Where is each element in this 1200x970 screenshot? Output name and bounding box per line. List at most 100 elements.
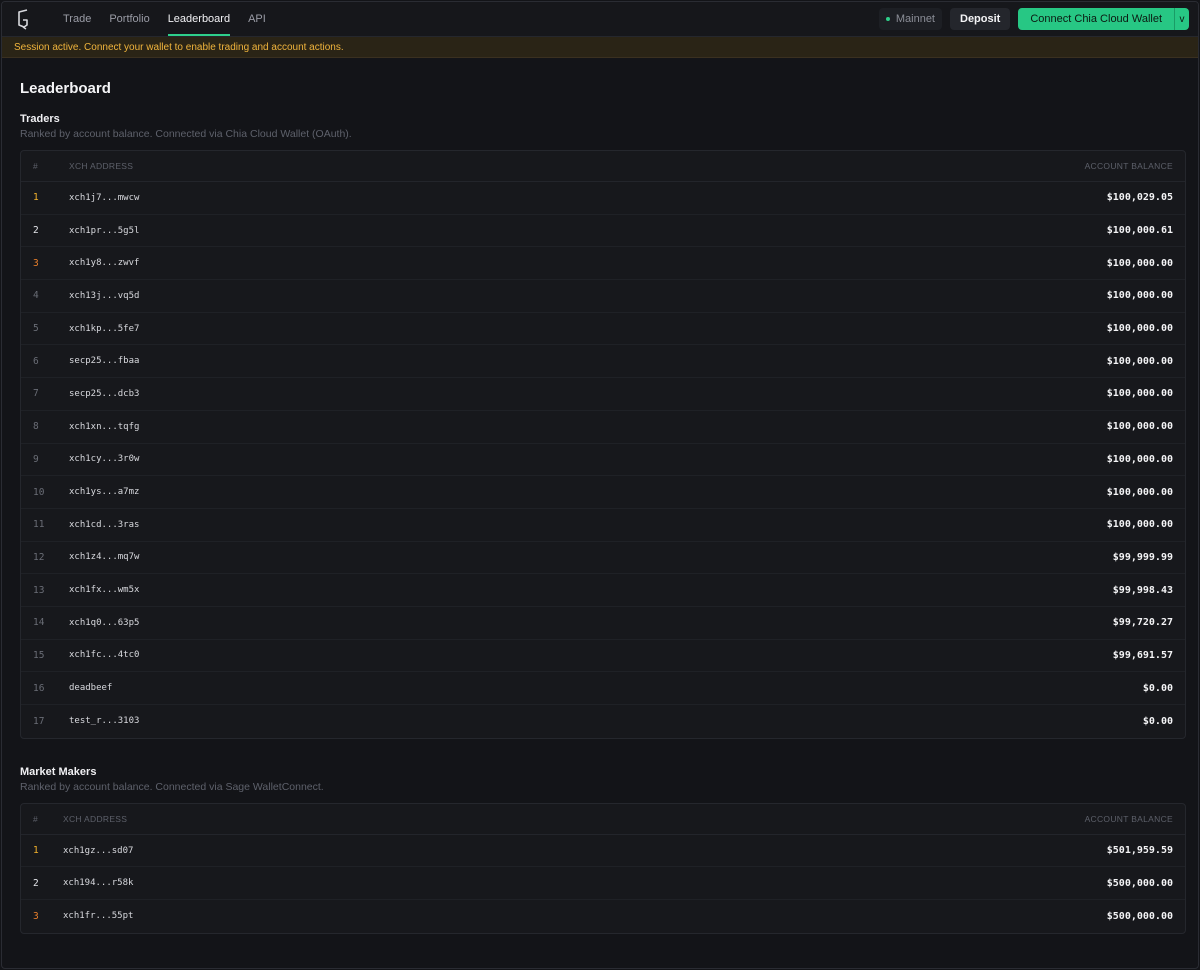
address-cell[interactable]: test_r...3103 [69,716,965,726]
nav-trade[interactable]: Trade [54,2,100,36]
address-cell[interactable]: xch1kp...5fe7 [69,324,965,334]
main-content: Leaderboard Traders Ranked by account ba… [2,80,1198,934]
balance-cell: $100,000.00 [1106,421,1173,433]
address-cell[interactable]: xch13j...vq5d [69,291,965,301]
deposit-button[interactable]: Deposit [950,8,1011,30]
app-window: Trade Portfolio Leaderboard API Mainnet … [1,1,1199,969]
header-rank: # [33,813,39,824]
table-row: 7 secp25...dcb3 $100,000.00 [21,378,1185,411]
rank-cell: 2 [33,877,39,889]
rank-cell: 14 [33,617,45,629]
address-cell[interactable]: xch1cd...3ras [69,520,965,530]
logo-icon[interactable] [16,8,34,30]
balance-cell: $100,000.00 [1106,355,1173,367]
rank-cell: 3 [33,257,39,269]
rank-cell: 11 [33,519,45,531]
balance-cell: $99,999.99 [1112,551,1173,563]
address-cell[interactable]: xch1y8...zwvf [69,258,965,268]
table-row: 5 xch1kp...5fe7 $100,000.00 [21,313,1185,346]
page-title: Leaderboard [20,80,111,97]
balance-cell: $100,000.00 [1106,486,1173,498]
balance-cell: $500,000.00 [1106,877,1173,889]
rank-cell: 7 [33,388,39,400]
rank-cell: 16 [33,682,45,694]
table-row: 3 xch1y8...zwvf $100,000.00 [21,247,1185,281]
address-cell[interactable]: xch1z4...mq7w [69,552,965,562]
address-cell[interactable]: xch194...r58k [63,878,965,888]
address-cell[interactable]: xch1cy...3r0w [69,454,965,464]
address-cell[interactable]: xch1ys...a7mz [69,487,965,497]
rank-cell: 10 [33,486,45,498]
traders-section-subtitle: Ranked by account balance. Connected via… [20,128,352,140]
balance-cell: $500,000.00 [1106,910,1173,922]
rank-cell: 5 [33,323,39,335]
table-row: 17 test_r...3103 $0.00 [21,705,1185,738]
balance-cell: $100,000.00 [1106,257,1173,269]
header-rank: # [33,161,39,171]
traders-rows: 1 xch1j7...mwcw $100,029.05 2 xch1pr...5g5l $… [21,182,1185,738]
rank-cell: 9 [33,453,39,465]
address-cell[interactable]: xch1pr...5g5l [69,226,965,236]
header-actions: Mainnet Deposit Connect Chia Cloud Walle… [878,8,1189,30]
nav-portfolio[interactable]: Portfolio [100,2,158,36]
balance-cell: $99,691.57 [1112,649,1173,661]
rank-cell: 6 [33,355,39,367]
address-cell[interactable]: xch1gz...sd07 [63,846,965,856]
table-row: 13 xch1fx...wm5x $99,998.43 [21,574,1185,607]
table-row: 16 deadbeef $0.00 [21,672,1185,705]
balance-cell: $100,000.00 [1106,453,1173,465]
address-cell[interactable]: xch1fc...4tc0 [69,650,965,660]
address-cell[interactable]: secp25...fbaa [69,356,965,366]
address-cell[interactable]: xch1fx...wm5x [69,585,965,595]
address-cell[interactable]: secp25...dcb3 [69,389,965,399]
table-row: 2 xch194...r58k $500,000.00 [21,867,1185,901]
rank-cell: 12 [33,551,45,563]
address-cell[interactable]: xch1j7...mwcw [69,193,965,203]
table-header: # XCH ADDRESS ACCOUNT BALANCE [21,151,1185,182]
table-row: 15 xch1fc...4tc0 $99,691.57 [21,640,1185,673]
balance-cell: $100,000.00 [1106,388,1173,400]
balance-cell: $100,000.00 [1106,290,1173,302]
balance-cell: $100,000.00 [1106,323,1173,335]
network-selector[interactable]: Mainnet [878,8,942,30]
nav-api[interactable]: API [239,2,275,36]
table-row: 1 xch1j7...mwcw $100,029.05 [21,182,1185,215]
table-row: 6 secp25...fbaa $100,000.00 [21,345,1185,379]
balance-cell: $99,720.27 [1112,617,1173,629]
nav-leaderboard[interactable]: Leaderboard [159,2,239,36]
balance-cell: $100,000.00 [1106,519,1173,531]
rank-cell: 3 [33,910,39,922]
connect-wallet-group: Connect Chia Cloud Wallet v [1018,8,1189,30]
market-makers-table: # XCH ADDRESS ACCOUNT BALANCE 1 xch1gz...… [20,802,1186,934]
address-cell[interactable]: xch1fr...55pt [63,911,965,921]
address-cell[interactable]: xch1xn...tqfg [69,422,965,432]
address-cell[interactable]: xch1q0...63p5 [69,618,965,628]
network-status-dot-icon [885,17,890,21]
balance-cell: $501,959.59 [1106,845,1173,857]
rank-cell: 2 [33,225,39,237]
header-address: XCH ADDRESS [63,813,128,824]
top-nav: Trade Portfolio Leaderboard API Mainnet … [2,2,1198,37]
connect-wallet-dropdown-button[interactable]: v [1174,8,1189,30]
table-row: 9 xch1cy...3r0w $100,000.00 [21,444,1185,477]
rank-cell: 8 [33,421,39,433]
table-row: 11 xch1cd...3ras $100,000.00 [21,509,1185,542]
traders-section-title: Traders [20,113,60,125]
rank-cell: 13 [33,584,45,596]
table-row: 3 xch1fr...55pt $500,000.00 [21,900,1185,933]
market-makers-section-title: Market Makers [20,765,97,778]
rank-cell: 17 [33,715,45,727]
table-row: 1 xch1gz...sd07 $501,959.59 [21,835,1185,868]
connect-wallet-button[interactable]: Connect Chia Cloud Wallet [1018,8,1174,30]
header-balance: ACCOUNT BALANCE [1084,813,1173,824]
address-cell[interactable]: deadbeef [69,683,965,693]
header-address: XCH ADDRESS [69,161,134,171]
header-balance: ACCOUNT BALANCE [1084,161,1173,171]
table-row: 12 xch1z4...mq7w $99,999.99 [21,542,1185,575]
rank-cell: 4 [33,290,39,302]
table-row: 2 xch1pr...5g5l $100,000.61 [21,215,1185,248]
balance-cell: $0.00 [1142,715,1173,727]
network-label: Mainnet [895,13,935,25]
balance-cell: $0.00 [1142,682,1173,694]
balance-cell: $99,998.43 [1112,584,1173,596]
